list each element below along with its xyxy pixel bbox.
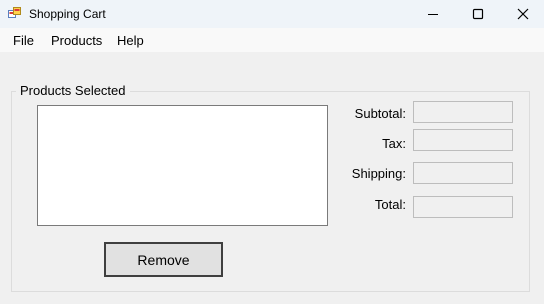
total-field xyxy=(413,196,513,218)
menu-file[interactable]: File xyxy=(13,33,34,49)
group-title: Products Selected xyxy=(16,83,130,99)
minimize-icon xyxy=(428,14,438,15)
products-selected-list[interactable] xyxy=(37,105,328,226)
menu-help[interactable]: Help xyxy=(117,33,144,49)
subtotal-label: Subtotal: xyxy=(354,106,406,121)
shipping-label: Shipping: xyxy=(351,166,406,181)
shipping-field xyxy=(413,162,513,184)
close-button[interactable] xyxy=(500,0,544,28)
tax-label: Tax: xyxy=(382,136,406,151)
maximize-button[interactable] xyxy=(455,0,501,28)
tax-field xyxy=(413,129,513,151)
menu-bar: File Products Help xyxy=(0,28,544,52)
menu-products[interactable]: Products xyxy=(51,33,102,49)
subtotal-field xyxy=(413,101,513,123)
window-title: Shopping Cart xyxy=(29,7,106,21)
total-label: Total: xyxy=(374,197,406,212)
minimize-button[interactable] xyxy=(410,0,456,28)
remove-button[interactable]: Remove xyxy=(104,242,223,277)
app-icon xyxy=(8,7,21,18)
title-bar[interactable]: Shopping Cart xyxy=(0,0,544,28)
close-icon xyxy=(517,8,529,20)
maximize-icon xyxy=(472,8,484,20)
